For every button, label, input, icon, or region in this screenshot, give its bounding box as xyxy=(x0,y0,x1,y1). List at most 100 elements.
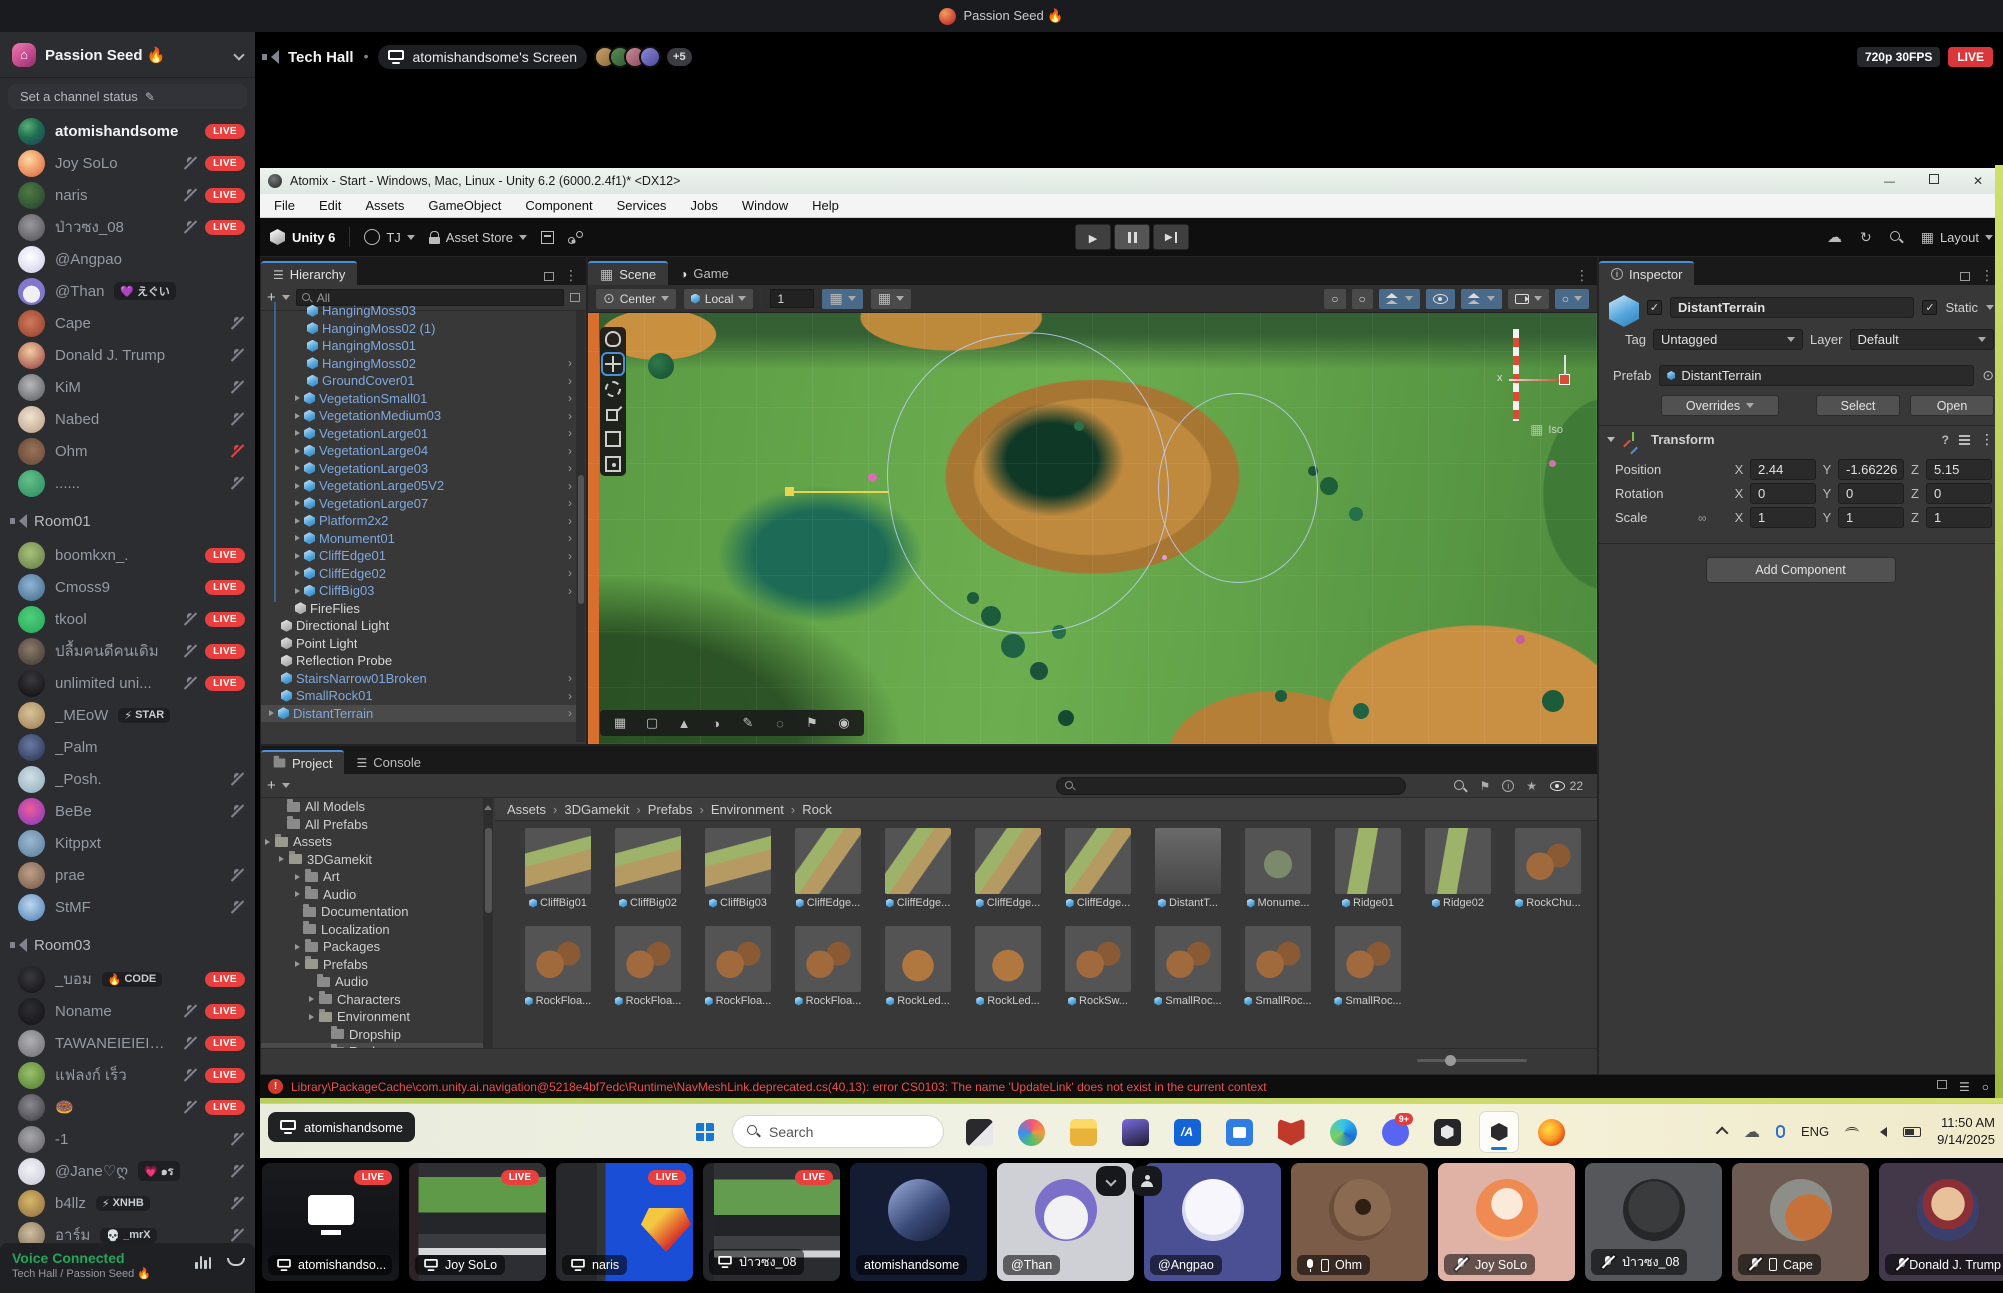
hidden-items-count[interactable]: 22 xyxy=(1550,779,1583,793)
wifi-icon[interactable] xyxy=(1845,1127,1859,1137)
asset-item[interactable]: CliffBig03 xyxy=(693,828,783,926)
tab-scene[interactable]: Scene xyxy=(588,261,668,285)
voice-user-row[interactable]: b4llz ⚡XNHB xyxy=(0,1187,255,1219)
voice-user-row[interactable]: แฟลงก์ เร็ว LIVE xyxy=(0,1059,255,1091)
asset-item[interactable]: RockSw... xyxy=(1053,926,1143,1024)
clear-icon[interactable] xyxy=(1982,1080,1989,1094)
more-viewers-badge[interactable]: +5 xyxy=(667,48,692,66)
search-by-type-icon[interactable] xyxy=(1454,780,1467,793)
voice-user-row[interactable]: Nabed xyxy=(0,403,255,435)
prefab-open-chevron[interactable] xyxy=(568,409,572,423)
voice-user-row[interactable]: atomishandsome LIVE xyxy=(0,115,255,147)
expand-arrow-icon[interactable] xyxy=(295,465,300,471)
prefab-open-chevron[interactable] xyxy=(568,514,572,528)
hierarchy-item[interactable]: FireFlies xyxy=(261,600,576,618)
rotate-tool[interactable] xyxy=(605,381,621,397)
pause-button[interactable] xyxy=(1114,224,1150,250)
asset-item[interactable]: CliffEdge... xyxy=(963,828,1053,926)
prefab-open-chevron[interactable] xyxy=(568,584,572,598)
voice-user-row[interactable]: Cmoss9 LIVE xyxy=(0,571,255,603)
overlay-tool-icon[interactable] xyxy=(670,716,698,731)
console-error-bar[interactable]: Library\PackageCache\com.unity.ai.naviga… xyxy=(260,1075,2003,1098)
z-value-field[interactable]: 5.15 xyxy=(1926,459,1992,480)
component-menu-icon[interactable] xyxy=(1980,431,1994,448)
layers-button[interactable] xyxy=(1379,289,1420,309)
hierarchy-item[interactable]: VegetationSmall01 xyxy=(261,390,576,408)
hierarchy-item[interactable]: VegetationLarge01 xyxy=(261,425,576,443)
y-value-field[interactable]: 0 xyxy=(1838,483,1904,504)
taskbar-app[interactable] xyxy=(960,1112,998,1152)
expand-arrow-icon[interactable] xyxy=(309,996,314,1002)
dock-icon[interactable] xyxy=(1960,272,1970,281)
overlay-tool-icon[interactable] xyxy=(798,715,826,731)
tray-expand-icon[interactable] xyxy=(1716,1127,1729,1140)
expand-arrow-icon[interactable] xyxy=(295,961,300,967)
volume-icon[interactable] xyxy=(1875,1127,1887,1137)
channel-room03[interactable]: Room03 xyxy=(0,927,255,963)
prefab-open-chevron[interactable] xyxy=(568,374,572,388)
hierarchy-item[interactable]: Platform2x2 xyxy=(261,512,576,530)
play-button[interactable] xyxy=(1075,224,1111,250)
asset-item[interactable]: SmallRoc... xyxy=(1323,926,1413,1024)
select-button[interactable]: Select xyxy=(1816,395,1900,416)
static-checkbox[interactable] xyxy=(1922,300,1937,315)
expand-arrow-icon[interactable] xyxy=(295,448,300,454)
voice-user-row[interactable]: -1 xyxy=(0,1123,255,1155)
taskbar-app[interactable] xyxy=(1116,1112,1154,1152)
show-members-button[interactable] xyxy=(1132,1166,1162,1196)
microphone-icon[interactable] xyxy=(1776,1125,1785,1138)
overlay-tool-icon[interactable] xyxy=(766,716,794,731)
asset-item[interactable]: RockFloa... xyxy=(513,926,603,1024)
participant-tile[interactable]: ป่าวซง_08 xyxy=(1585,1163,1722,1281)
expand-arrow-icon[interactable] xyxy=(295,553,300,559)
layout-dropdown[interactable]: Layout xyxy=(1921,229,1993,246)
project-tree-item[interactable]: Dropship xyxy=(261,1026,483,1044)
project-tree-item[interactable]: Packages xyxy=(261,938,483,956)
y-value-field[interactable]: 1 xyxy=(1838,507,1904,528)
voice-user-row[interactable]: _Posh. xyxy=(0,763,255,795)
disconnect-call-button[interactable] xyxy=(227,1258,245,1266)
voice-user-row[interactable]: @Angpao xyxy=(0,243,255,275)
menu-item[interactable]: Component xyxy=(525,198,592,213)
hierarchy-item[interactable]: VegetationLarge03 xyxy=(261,460,576,478)
prefab-open-chevron[interactable] xyxy=(568,426,572,440)
add-component-button[interactable]: Add Component xyxy=(1706,557,1896,583)
prefab-select-icon[interactable] xyxy=(1982,367,1994,384)
taskbar-app[interactable] xyxy=(1012,1112,1050,1152)
expand-arrow-icon[interactable] xyxy=(295,500,300,506)
expand-arrow-icon[interactable] xyxy=(295,944,300,950)
gameobject-name-field[interactable]: DistantTerrain xyxy=(1670,297,1914,318)
account-dropdown[interactable]: TJ xyxy=(364,229,414,245)
voice-user-row[interactable]: boomkxn_. LIVE xyxy=(0,539,255,571)
active-checkbox[interactable] xyxy=(1647,300,1662,315)
voice-user-row[interactable]: BeBe xyxy=(0,795,255,827)
menu-item[interactable]: Assets xyxy=(365,198,404,213)
participant-tile[interactable]: Ohm xyxy=(1291,1163,1428,1281)
asset-item[interactable]: SmallRoc... xyxy=(1143,926,1233,1024)
prefab-open-chevron[interactable] xyxy=(568,566,572,580)
thumbnail-zoom-slider[interactable] xyxy=(1417,1059,1527,1062)
voice-user-row[interactable]: naris LIVE xyxy=(0,179,255,211)
expand-arrow-icon[interactable] xyxy=(295,535,300,541)
menu-item[interactable]: Edit xyxy=(319,198,341,213)
expand-arrow-icon[interactable] xyxy=(265,839,270,845)
scale-link-icon[interactable] xyxy=(1698,510,1707,525)
prefab-open-chevron[interactable] xyxy=(568,391,572,405)
voice-user-row[interactable]: @Jane♡ღ 💗๑ร xyxy=(0,1155,255,1187)
asset-item[interactable]: RockFloa... xyxy=(603,926,693,1024)
project-tree-item[interactable]: Art xyxy=(261,868,483,886)
clock[interactable]: 11:50 AM 9/14/2025 xyxy=(1937,1115,1995,1149)
scale-tool[interactable] xyxy=(605,406,621,422)
taskbar-app[interactable] xyxy=(1324,1112,1362,1152)
prefab-open-chevron[interactable] xyxy=(568,689,572,703)
expand-arrow-icon[interactable] xyxy=(295,570,300,576)
hierarchy-item[interactable]: Reflection Probe xyxy=(261,652,576,670)
prefab-open-chevron[interactable] xyxy=(568,461,572,475)
voice-user-row[interactable]: Ohm xyxy=(0,435,255,467)
collab-icon[interactable] xyxy=(568,231,583,244)
asset-item[interactable]: RockChu... xyxy=(1503,828,1593,926)
project-tree-item[interactable]: All Models xyxy=(261,798,483,816)
overlay-tool-icon[interactable] xyxy=(638,715,666,731)
breadcrumb-item[interactable]: Assets xyxy=(507,802,557,817)
tab-game[interactable]: Game xyxy=(668,261,741,285)
